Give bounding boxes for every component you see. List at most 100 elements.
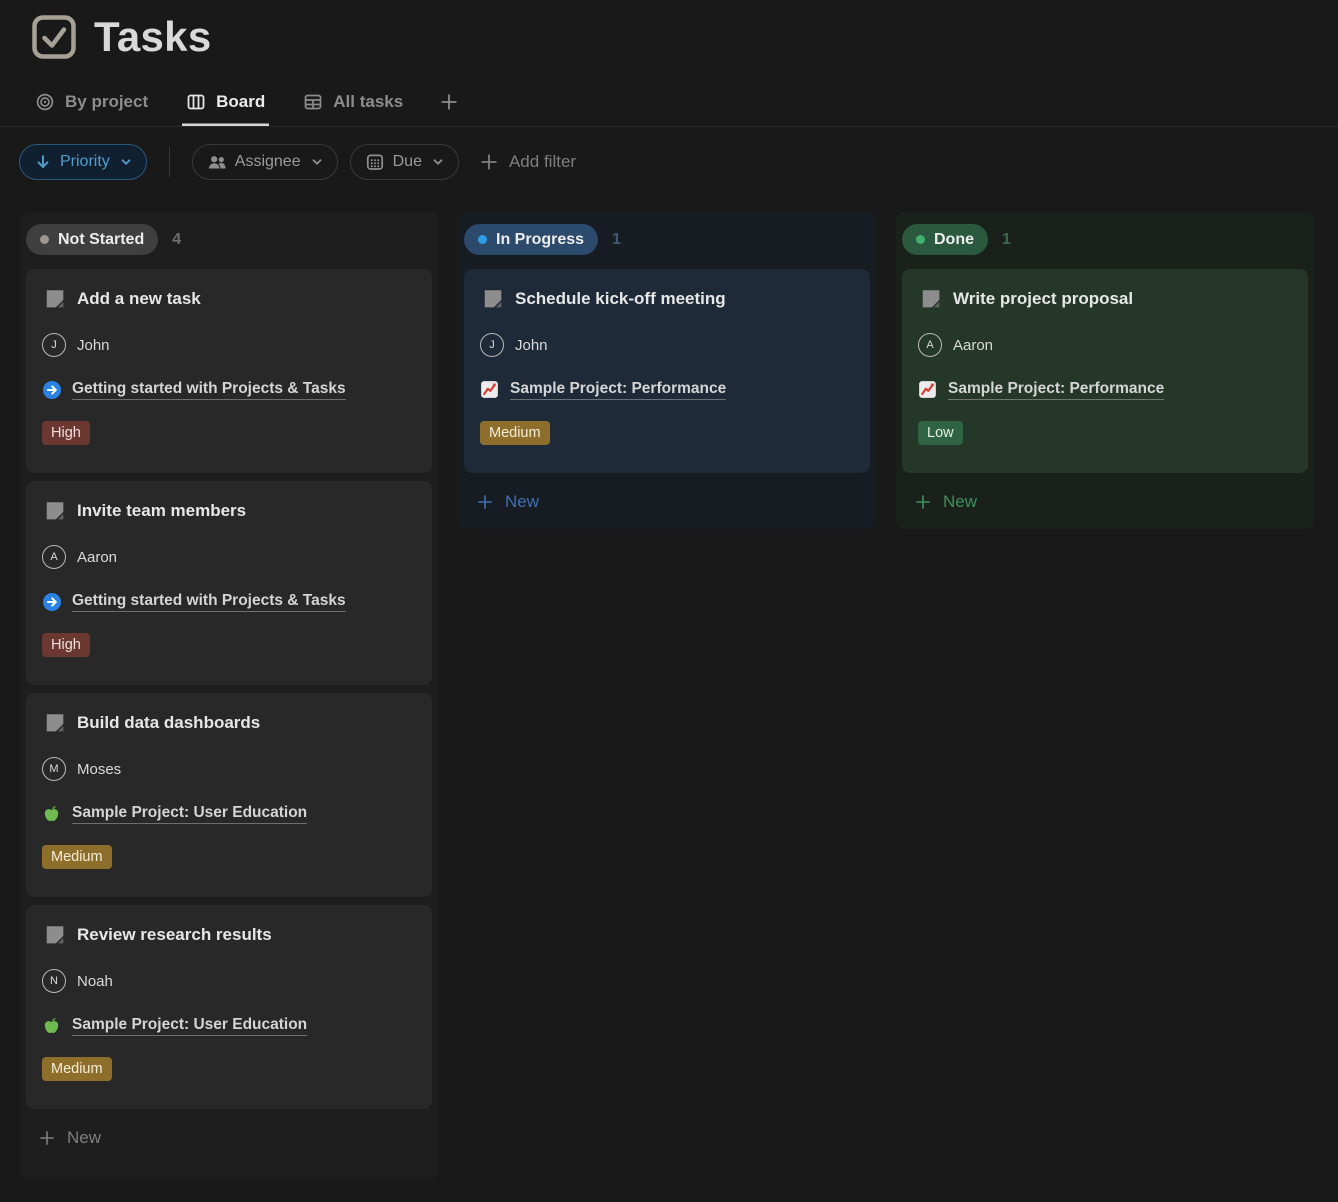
- priority-tag: Low: [918, 421, 963, 445]
- plus-icon: [439, 92, 459, 112]
- new-task-button[interactable]: New: [902, 481, 1308, 523]
- assignee-property: J John: [480, 333, 854, 357]
- status-dot: [916, 235, 925, 244]
- avatar: M: [42, 757, 66, 781]
- assignee-filter-label: Assignee: [235, 153, 301, 171]
- task-card[interactable]: Add a new task J John Getting started wi…: [26, 269, 432, 473]
- project-link[interactable]: Sample Project: User Education: [72, 804, 307, 824]
- project-link[interactable]: Sample Project: Performance: [948, 380, 1164, 400]
- priority-tag: Medium: [42, 1057, 112, 1081]
- column-header: In Progress 1: [464, 218, 870, 269]
- status-label: Done: [934, 231, 974, 249]
- assignee-name: Aaron: [953, 337, 993, 354]
- assignee-property: J John: [42, 333, 416, 357]
- due-filter-label: Due: [393, 153, 422, 171]
- apple-icon: [42, 804, 62, 824]
- new-task-button[interactable]: New: [26, 1117, 432, 1159]
- tab-label: All tasks: [333, 92, 403, 112]
- task-card[interactable]: Invite team members A Aaron Getting star…: [26, 481, 432, 685]
- tab-all-tasks[interactable]: All tasks: [299, 86, 407, 126]
- column-in-progress: In Progress 1 Schedule kick-off meeting …: [458, 212, 876, 529]
- avatar: A: [918, 333, 942, 357]
- project-property: Sample Project: User Education: [42, 1016, 416, 1036]
- card-title: Build data dashboards: [77, 713, 260, 733]
- page-icon: [920, 288, 941, 309]
- column-count: 1: [612, 231, 621, 249]
- project-property: Sample Project: Performance: [918, 380, 1292, 400]
- page-header: Tasks: [0, 0, 1338, 61]
- task-card[interactable]: Build data dashboards M Moses Sample Pro…: [26, 693, 432, 897]
- assignee-name: Moses: [77, 761, 121, 778]
- arrow-down-icon: [34, 153, 52, 171]
- column-not-started: Not Started 4 Add a new task J John: [20, 212, 438, 1179]
- task-card[interactable]: Write project proposal A Aaron Sample Pr…: [902, 269, 1308, 473]
- assignee-name: John: [515, 337, 548, 354]
- chart-icon: [480, 380, 500, 400]
- project-property: Getting started with Projects & Tasks: [42, 592, 416, 612]
- plus-icon: [38, 1129, 56, 1147]
- project-link[interactable]: Sample Project: Performance: [510, 380, 726, 400]
- status-pill-not-started[interactable]: Not Started: [26, 224, 158, 255]
- chevron-down-icon: [120, 156, 132, 168]
- priority-tag: Medium: [42, 845, 112, 869]
- add-filter-label: Add filter: [509, 152, 576, 172]
- status-label: Not Started: [58, 231, 144, 249]
- tab-label: By project: [65, 92, 148, 112]
- assignee-name: Noah: [77, 973, 113, 990]
- tab-board[interactable]: Board: [182, 86, 269, 126]
- plus-icon: [914, 493, 932, 511]
- chart-icon: [918, 380, 938, 400]
- page-icon: [44, 288, 65, 309]
- kanban-board: Not Started 4 Add a new task J John: [20, 212, 1338, 1179]
- assignee-property: N Noah: [42, 969, 416, 993]
- table-icon: [303, 92, 323, 112]
- add-view-button[interactable]: [437, 86, 461, 126]
- project-link[interactable]: Sample Project: User Education: [72, 1016, 307, 1036]
- column-header: Done 1: [902, 218, 1308, 269]
- assignee-filter-button[interactable]: Assignee: [192, 144, 338, 180]
- project-link[interactable]: Getting started with Projects & Tasks: [72, 380, 346, 400]
- apple-icon: [42, 1016, 62, 1036]
- priority-tag: High: [42, 633, 90, 657]
- card-title: Schedule kick-off meeting: [515, 289, 726, 309]
- priority-tag: Medium: [480, 421, 550, 445]
- tasks-board-page: Tasks By project Board All tasks: [0, 0, 1338, 1202]
- people-icon: [207, 152, 227, 172]
- priority-sort-button[interactable]: Priority: [19, 144, 147, 180]
- calendar-icon: [365, 152, 385, 172]
- divider: [169, 147, 170, 177]
- arrow-circle-icon: [42, 380, 62, 400]
- avatar: A: [42, 545, 66, 569]
- assignee-property: A Aaron: [918, 333, 1292, 357]
- task-card[interactable]: Review research results N Noah Sample Pr…: [26, 905, 432, 1109]
- new-task-button[interactable]: New: [464, 481, 870, 523]
- assignee-property: M Moses: [42, 757, 416, 781]
- status-pill-in-progress[interactable]: In Progress: [464, 224, 598, 255]
- tab-by-project[interactable]: By project: [31, 86, 152, 126]
- tab-label: Board: [216, 92, 265, 112]
- page-icon: [44, 712, 65, 733]
- plus-icon: [479, 152, 499, 172]
- project-property: Sample Project: User Education: [42, 804, 416, 824]
- priority-tag: High: [42, 421, 90, 445]
- avatar: J: [480, 333, 504, 357]
- page-icon: [482, 288, 503, 309]
- assignee-name: John: [77, 337, 110, 354]
- card-title: Invite team members: [77, 501, 246, 521]
- card-title: Review research results: [77, 925, 272, 945]
- project-link[interactable]: Getting started with Projects & Tasks: [72, 592, 346, 612]
- task-card[interactable]: Schedule kick-off meeting J John Sample …: [464, 269, 870, 473]
- page-title[interactable]: Tasks: [94, 13, 211, 61]
- status-label: In Progress: [496, 231, 584, 249]
- status-pill-done[interactable]: Done: [902, 224, 988, 255]
- arrow-circle-icon: [42, 592, 62, 612]
- add-filter-button[interactable]: Add filter: [479, 152, 576, 172]
- project-property: Getting started with Projects & Tasks: [42, 380, 416, 400]
- due-filter-button[interactable]: Due: [350, 144, 459, 180]
- page-icon: [44, 924, 65, 945]
- plus-icon: [476, 493, 494, 511]
- column-count: 4: [172, 231, 181, 249]
- project-property: Sample Project: Performance: [480, 380, 854, 400]
- status-dot: [478, 235, 487, 244]
- tasks-checkbox-icon[interactable]: [31, 14, 77, 60]
